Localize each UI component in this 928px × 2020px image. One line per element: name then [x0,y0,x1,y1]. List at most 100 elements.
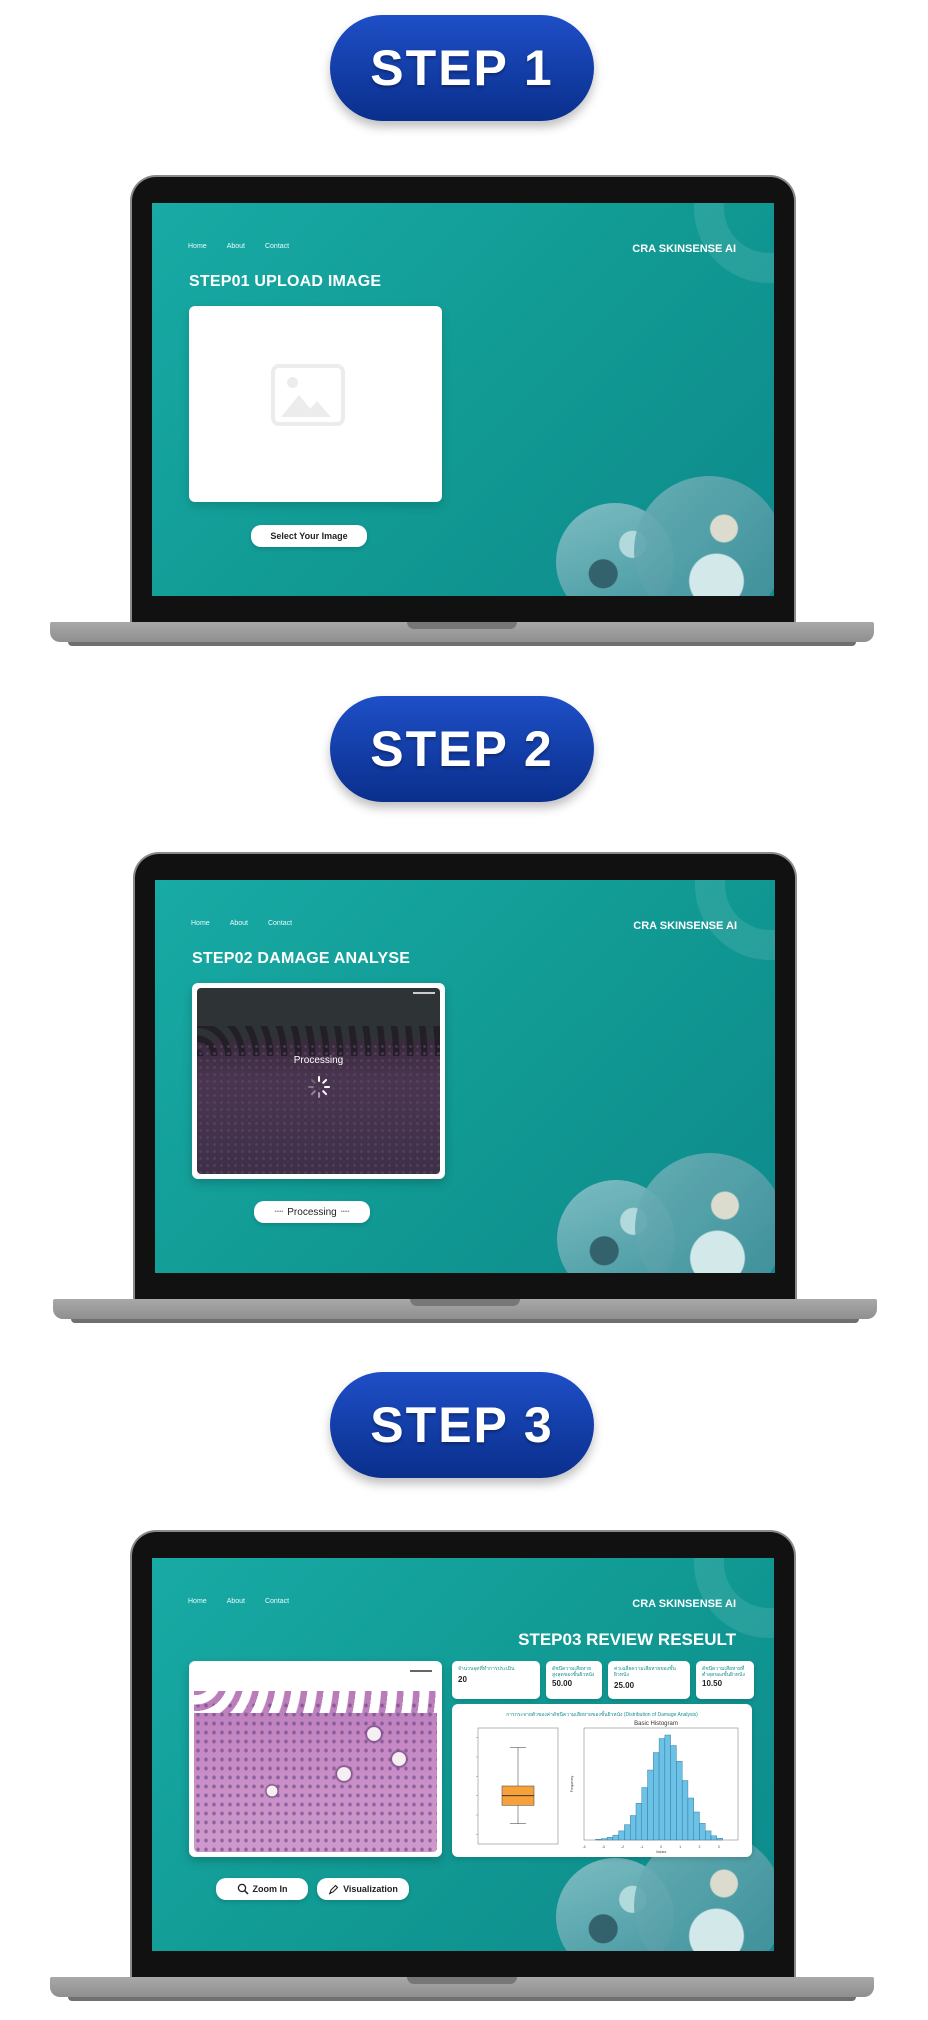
scale-bar [413,992,435,994]
dots-right-icon: ••••• [340,1209,350,1215]
brand-logo-text: CRA SKINSENSE AI [632,243,736,255]
box-plot-chart [476,1727,559,1845]
scientist-photo [635,1153,775,1273]
laptop-lid: Home About Contact CRA SKINSENSE AI STEP… [130,175,796,622]
histogram-bar [681,1780,689,1841]
histogram-bar [670,1745,677,1841]
laptop-step-3: Home About Contact CRA SKINSENSE AI STEP… [50,1530,874,2005]
nav-about-link[interactable]: About [227,1598,245,1605]
brand-logo-text: CRA SKINSENSE AI [633,920,737,932]
laptop-base-shadow [71,1319,859,1323]
laptop-step-1: Home About Contact CRA SKINSENSE AI STEP… [50,175,874,650]
top-nav: Home About Contact [191,920,292,927]
laptop-base-shadow [68,642,856,646]
analysis-image-card: Processing [192,983,445,1179]
histogram-chart: Basic Histogram -4 -3 -2 -1 0 1 2 3 Values Frequen… [570,1721,739,1854]
histogram-bar [687,1797,694,1841]
stat-value: 25.00 [614,1681,635,1690]
histogram-bar [699,1822,706,1841]
stat-card-mean: ค่าเฉลี่ยความเสียหายของชั้นผิวหนัง 25.00 [608,1661,690,1699]
visualization-button[interactable]: Visualization [317,1878,409,1900]
laptop-lid: Home About Contact CRA SKINSENSE AI STEP… [133,852,797,1299]
step-1-badge: STEP 1 [330,15,594,121]
laptop-lid: Home About Contact CRA SKINSENSE AI STEP… [130,1530,796,1977]
stat-value: 10.50 [702,1679,723,1688]
page-title: STEP01 UPLOAD IMAGE [189,273,382,290]
stat-label: ค่าเฉลี่ยความเสียหายของชั้นผิวหนัง [614,1666,676,1678]
scale-bar [410,1670,432,1672]
histogram-bar [664,1734,671,1841]
histogram-bar [716,1838,723,1841]
app-screen-analyse: Home About Contact CRA SKINSENSE AI STEP… [155,880,775,1273]
nav-home-link[interactable]: Home [188,1598,207,1605]
stat-label: ดัชนีความเสียหายที่ต่ำสุดของชั้นผิวหนัง [702,1666,745,1678]
stat-card-max: ดัชนีความเสียหายสูงสุดของชั้นผิวหนัง 50.… [546,1661,602,1699]
histogram-x-tick-label: -1 [640,1845,643,1849]
result-image-card [189,1661,442,1857]
laptop-step-2: Home About Contact CRA SKINSENSE AI STEP… [53,852,877,1327]
histogram-x-tick-label: 3 [718,1845,720,1849]
histogram-bar [647,1769,654,1841]
histogram-bar [612,1834,619,1841]
nav-home-link[interactable]: Home [188,243,207,250]
app-screen-review: Home About Contact CRA SKINSENSE AI STEP… [152,1558,774,1951]
processing-button: ••••• Processing ••••• [254,1201,370,1223]
laptop-notch [407,622,517,629]
histogram-bar [601,1838,608,1841]
histogram-bar [624,1824,631,1841]
histogram-title: Basic Histogram [634,1721,678,1727]
image-upload-dropzone[interactable] [189,306,442,502]
pen-tool-icon [328,1884,339,1894]
nav-home-link[interactable]: Home [191,920,210,927]
app-screen-upload: Home About Contact CRA SKINSENSE AI STEP… [152,203,774,596]
magnifier-icon [237,1883,249,1895]
histogram-bar [618,1830,625,1841]
loading-spinner-icon [308,1076,330,1098]
scientist-photo [634,476,774,596]
top-nav: Home About Contact [188,243,289,250]
stat-value: 50.00 [552,1679,573,1688]
select-image-button[interactable]: Select Your Image [251,525,367,547]
laptop-base-shadow [68,1997,856,2001]
zoom-in-button[interactable]: Zoom In [216,1878,308,1900]
stat-value: 20 [458,1675,467,1684]
processing-overlay-text: Processing [293,1055,344,1066]
page-title: STEP02 DAMAGE ANALYSE [192,950,411,967]
histogram-bar [630,1815,637,1841]
nav-about-link[interactable]: About [230,920,248,927]
zoom-in-label: Zoom In [252,1884,288,1894]
top-nav: Home About Contact [188,1598,289,1605]
histogram-x-tick-label: -2 [621,1845,624,1849]
stat-card-min: ดัชนีความเสียหายที่ต่ำสุดของชั้นผิวหนัง … [696,1661,754,1699]
histogram-y-axis-label: Frequency [570,1775,574,1792]
histogram-bar [606,1836,614,1841]
visualization-label: Visualization [343,1884,398,1894]
histogram-x-tick-label: -3 [602,1845,605,1849]
histogram-x-tick-label: 2 [699,1845,701,1849]
nav-contact-link[interactable]: Contact [268,920,292,927]
histogram-bar [595,1839,602,1841]
nav-about-link[interactable]: About [227,243,245,250]
histogram-x-axis-label: Values [656,1850,667,1854]
stat-label: จำนวนจุดที่ทำการประเมิน [458,1666,515,1672]
histogram-x-tick-label: -4 [582,1845,585,1849]
histogram-bar [653,1752,660,1841]
skin-tissue-image[interactable] [194,1691,437,1852]
histogram-x-tick-label: 1 [679,1845,681,1849]
histogram-bar [641,1787,648,1841]
step-3-badge: STEP 3 [330,1372,594,1478]
histogram-bar [658,1738,666,1841]
histogram-bar [635,1803,642,1841]
distribution-chart-card: การกระจายตัวของค่าดัชนีความเสียหายของชั้… [452,1704,752,1857]
stat-card-points: จำนวนจุดที่ทำการประเมิน 20 [452,1661,540,1699]
histogram-bar [693,1811,700,1841]
nav-contact-link[interactable]: Contact [265,243,289,250]
nav-contact-link[interactable]: Contact [265,1598,289,1605]
image-placeholder-icon [271,364,345,426]
laptop-notch [410,1299,520,1306]
step-2-badge: STEP 2 [330,696,594,802]
laptop-notch [407,1977,517,1984]
brand-logo-text: CRA SKINSENSE AI [632,1598,736,1610]
histogram-bar [676,1761,683,1841]
stat-label: ดัชนีความเสียหายสูงสุดของชั้นผิวหนัง [552,1666,595,1678]
